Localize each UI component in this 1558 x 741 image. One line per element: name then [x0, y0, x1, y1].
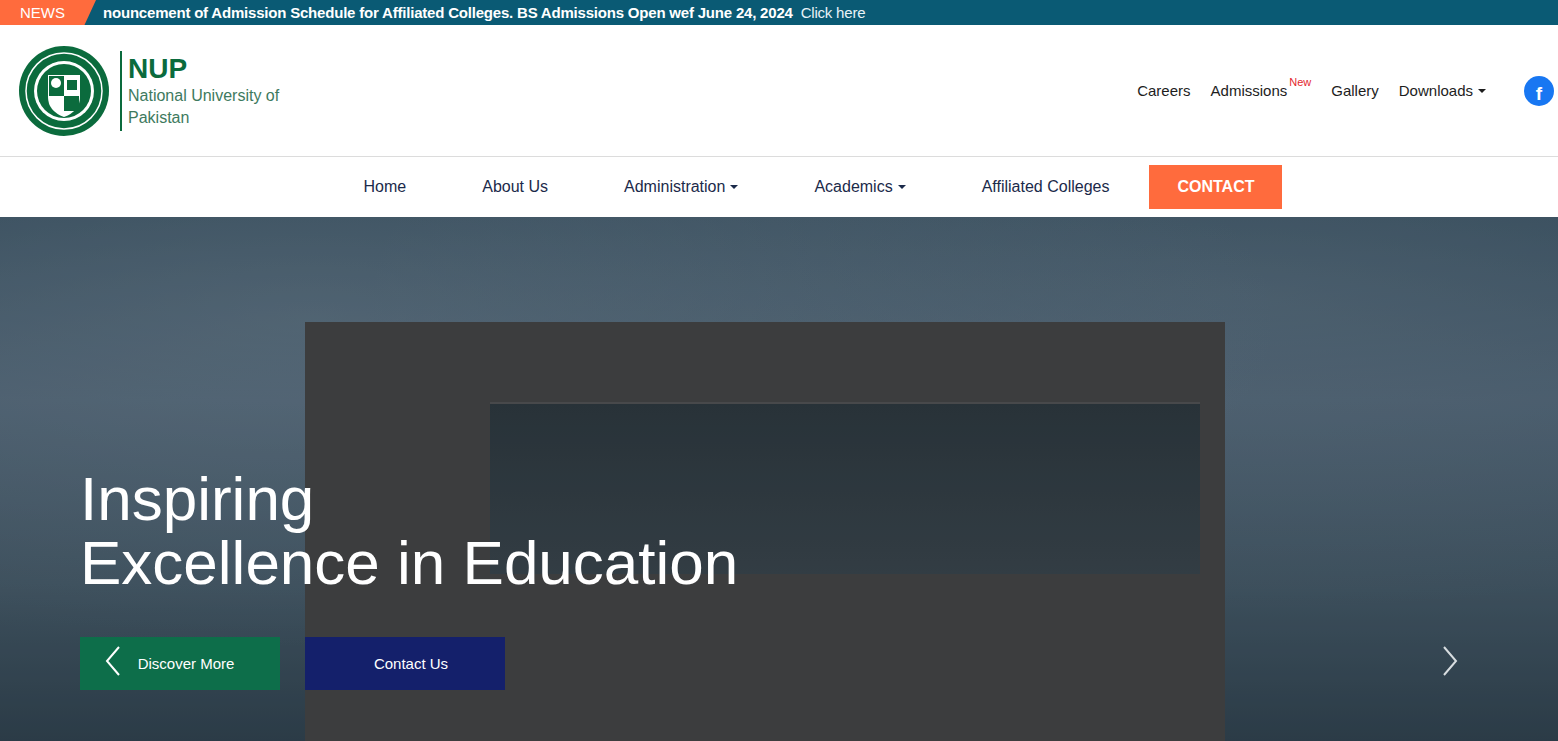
contact-button[interactable]: CONTACT: [1149, 165, 1282, 209]
hero-title: InspiringExcellence in Education: [80, 467, 1558, 595]
news-label: NEWS: [0, 0, 96, 25]
news-bar: NEWS nouncement of Admission Schedule fo…: [0, 0, 1558, 25]
caret-icon: [1478, 89, 1486, 93]
news-text: nouncement of Admission Schedule for Aff…: [103, 4, 793, 21]
hero-button[interactable]: Contact Us: [305, 637, 505, 690]
caret-icon: [730, 185, 738, 189]
nav-item[interactable]: About Us: [444, 178, 586, 196]
hero-content: InspiringExcellence in Education Discove…: [0, 217, 1558, 690]
hero-slider: InspiringExcellence in Education Discove…: [0, 217, 1558, 741]
university-logo-icon[interactable]: [18, 45, 110, 137]
top-link[interactable]: Downloads: [1399, 82, 1486, 99]
brand-text: NUP National University ofPakistan: [128, 53, 279, 129]
main-nav: HomeAbout UsAdministrationAcademicsAffil…: [0, 157, 1558, 217]
nav-item[interactable]: Academics: [776, 178, 943, 196]
next-arrow-icon[interactable]: [1441, 645, 1459, 677]
nav-item[interactable]: Home: [326, 178, 445, 196]
facebook-icon[interactable]: f: [1524, 76, 1554, 106]
brand-name-line: National University of: [128, 85, 279, 107]
hero-title-line: Excellence in Education: [80, 531, 1558, 595]
caret-icon: [898, 185, 906, 189]
page: NEWS nouncement of Admission Schedule fo…: [0, 0, 1558, 741]
brand-divider: [120, 51, 122, 131]
brand-name-line: Pakistan: [128, 107, 279, 129]
hero-title-line: Inspiring: [80, 467, 1558, 531]
brand-short: NUP: [128, 53, 279, 85]
news-ticker: nouncement of Admission Schedule for Aff…: [96, 4, 865, 21]
header: NUP National University ofPakistan Caree…: [0, 25, 1558, 157]
top-link[interactable]: Gallery: [1331, 82, 1379, 99]
top-links: Careers AdmissionsNew Gallery Downloads f: [1137, 76, 1554, 106]
brand[interactable]: NUP National University ofPakistan: [18, 45, 279, 137]
hero-buttons: Discover MoreContact Us: [80, 637, 1558, 690]
new-badge: New: [1289, 76, 1311, 88]
nav-item[interactable]: Affiliated Colleges: [944, 178, 1148, 196]
top-link[interactable]: Careers: [1137, 82, 1190, 99]
news-link[interactable]: Click here: [801, 4, 866, 21]
prev-arrow-icon[interactable]: [104, 645, 122, 677]
nav-item[interactable]: Administration: [586, 178, 776, 196]
top-link[interactable]: AdmissionsNew: [1211, 82, 1312, 99]
